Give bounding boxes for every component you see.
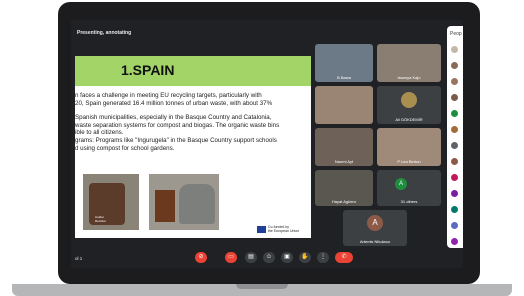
avatar: [451, 78, 458, 85]
leave-call-button[interactable]: ✆: [335, 252, 353, 263]
captions-button[interactable]: ▤: [245, 252, 257, 263]
avatar: [451, 126, 458, 133]
eu-flag-icon: [257, 226, 266, 233]
avatar: A: [367, 215, 383, 231]
emoji-button[interactable]: ☺: [263, 252, 275, 263]
avatar: [451, 174, 458, 181]
mic-off-icon: ⊘: [198, 254, 204, 260]
slide-title: 1.SPAIN: [121, 62, 175, 78]
eu-funding-text: Co-funded by the European Union: [268, 225, 299, 233]
brown-bin: [155, 190, 175, 222]
camera-off-icon: ▭: [228, 254, 234, 260]
presenter-tile[interactable]: A Artemis Nikolaou: [343, 210, 407, 246]
slide-line: 20, Spain generated 16.4 million tonnes …: [75, 99, 273, 107]
emoji-icon: ☺: [265, 254, 273, 260]
avatar: [451, 142, 458, 149]
present-icon: ▣: [284, 254, 290, 260]
slide-line: ible to all citizens.: [75, 129, 124, 137]
slide-line: n faces a challenge in meeting EU recycl…: [75, 92, 262, 99]
avatar: [451, 46, 458, 53]
participant-tile[interactable]: Hayat Agüero: [315, 170, 373, 206]
avatar: [451, 110, 458, 117]
participant-tile[interactable]: Ali GÖKDEMİR: [377, 86, 441, 124]
hand-icon: ✋: [301, 254, 309, 260]
participant-tile[interactable]: Iswarya Kaju: [377, 44, 441, 82]
participant-tile[interactable]: P Lea Berton: [377, 128, 441, 166]
avatar: [451, 206, 458, 213]
meeting-name: ol 1: [75, 256, 83, 261]
mic-button[interactable]: ⊘: [195, 252, 207, 263]
presentation-slide: 1.SPAIN n faces a challenge in meeting E…: [75, 56, 311, 238]
participant-name: Ali GÖKDEMİR: [395, 117, 423, 122]
more-vert-icon: ⋮: [320, 254, 326, 260]
avatar: [451, 94, 458, 101]
camera-button[interactable]: ▭: [225, 252, 237, 263]
slide-line: waste separation systems for compost and…: [75, 121, 280, 129]
participant-tile[interactable]: [315, 86, 373, 124]
avatar: [451, 62, 458, 69]
slide-body: n faces a challenge in meeting EU recycl…: [75, 92, 307, 152]
slide-line: d using compost for school gardens.: [75, 144, 175, 152]
presenting-status: Presenting, annotating: [77, 30, 132, 36]
avatar: [451, 222, 458, 229]
participant-name: Artemis Nikolaou: [359, 239, 391, 244]
participant-name: Iswarya Kaju: [397, 75, 421, 80]
avatar: [451, 238, 458, 245]
participant-tile[interactable]: B Bawa: [315, 44, 373, 82]
bin-label: Cuidar Reciclar: [95, 215, 106, 223]
raise-hand-button[interactable]: ✋: [299, 252, 311, 263]
eu-text-line: the European Union: [268, 229, 300, 233]
people-panel-title: Peop: [450, 31, 462, 37]
captions-icon: ▤: [248, 254, 254, 260]
avatar: [401, 92, 417, 108]
avatar: [451, 190, 458, 197]
participant-name: Naomi Ayt: [334, 159, 354, 164]
people-panel[interactable]: Peop: [447, 26, 463, 248]
others-tile[interactable]: A 31 others: [377, 170, 441, 206]
participant-tile[interactable]: Naomi Ayt: [315, 128, 373, 166]
phone-hangup-icon: ✆: [341, 254, 347, 260]
participant-name: B Bawa: [337, 75, 351, 80]
slide-banner: [75, 56, 311, 86]
meet-screen: Presenting, annotating 1.SPAIN n faces a…: [71, 20, 463, 268]
laptop-notch: [236, 284, 288, 289]
slide-line: grams: Programs like "Ingurugela" in the…: [75, 136, 277, 144]
more-options-button[interactable]: ⋮: [317, 252, 329, 263]
grey-container: [179, 184, 215, 224]
others-count: 31 others: [400, 199, 418, 204]
avatar: A: [395, 178, 407, 190]
avatar: [451, 158, 458, 165]
participant-name: P Lea Berton: [397, 159, 421, 164]
slide-line: Spanish municipalities, especially in th…: [75, 114, 272, 122]
present-button[interactable]: ▣: [281, 252, 293, 263]
participant-name: Hayat Agüero: [331, 199, 357, 204]
